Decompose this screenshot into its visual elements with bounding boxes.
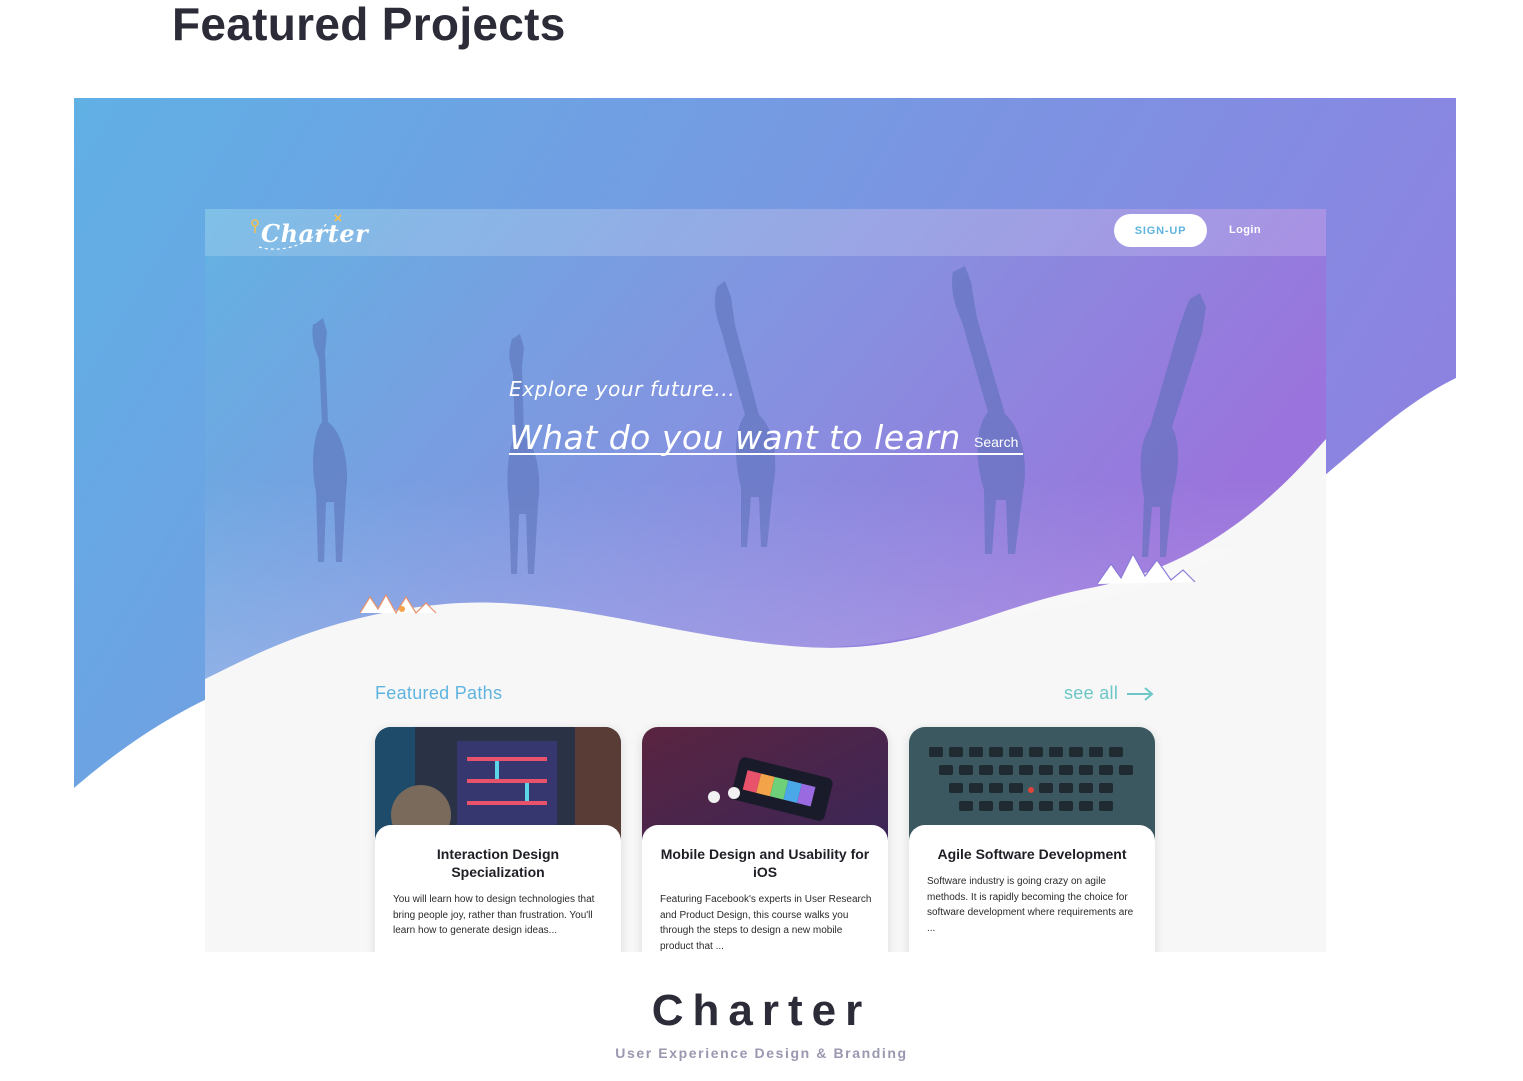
project-name[interactable]: Charter bbox=[0, 986, 1523, 1036]
card-description: You will learn how to design technologie… bbox=[393, 894, 595, 936]
see-all-label: see all bbox=[1064, 683, 1119, 703]
path-card[interactable]: Interaction Design Specialization You wi… bbox=[375, 727, 621, 952]
card-title: Interaction Design Specialization bbox=[436, 846, 560, 880]
website-mockup: Charter SIGN-UP Login Explore your futur… bbox=[205, 209, 1326, 952]
login-link[interactable]: Login bbox=[1229, 224, 1261, 236]
card-body: Interaction Design Specialization You wi… bbox=[375, 825, 621, 952]
path-card[interactable]: Mobile Design and Usability for iOS Feat… bbox=[642, 727, 888, 952]
card-body: Agile Software Development Software indu… bbox=[909, 825, 1155, 952]
card-description: Software industry is going crazy on agil… bbox=[927, 876, 1134, 934]
path-card[interactable]: Agile Software Development Software indu… bbox=[909, 727, 1155, 952]
arrow-right-icon bbox=[1127, 686, 1154, 701]
card-description: Featuring Facebook's experts in User Res… bbox=[660, 894, 872, 952]
hero-tagline: Explore your future... bbox=[509, 377, 736, 401]
see-all-link[interactable]: see all bbox=[1064, 683, 1154, 704]
search-underline bbox=[509, 453, 1023, 455]
signup-button[interactable]: SIGN-UP bbox=[1114, 214, 1207, 247]
mockup-navbar: Charter SIGN-UP Login bbox=[205, 209, 1326, 256]
card-title: Mobile Design and Usability for iOS bbox=[660, 846, 870, 880]
card-body: Mobile Design and Usability for iOS Feat… bbox=[642, 825, 888, 952]
search-button[interactable]: Search bbox=[974, 434, 1018, 450]
featured-paths-title: Featured Paths bbox=[375, 683, 503, 703]
mountains-right-decoration bbox=[1097, 552, 1196, 585]
project-subtitle: User Experience Design & Branding bbox=[615, 1045, 908, 1061]
mountains-left-decoration bbox=[360, 593, 437, 615]
card-title: Agile Software Development bbox=[937, 846, 1127, 862]
section-title: Featured Projects bbox=[172, 0, 566, 50]
logo-text: Charter bbox=[261, 219, 369, 248]
charter-logo[interactable]: Charter bbox=[249, 213, 368, 253]
